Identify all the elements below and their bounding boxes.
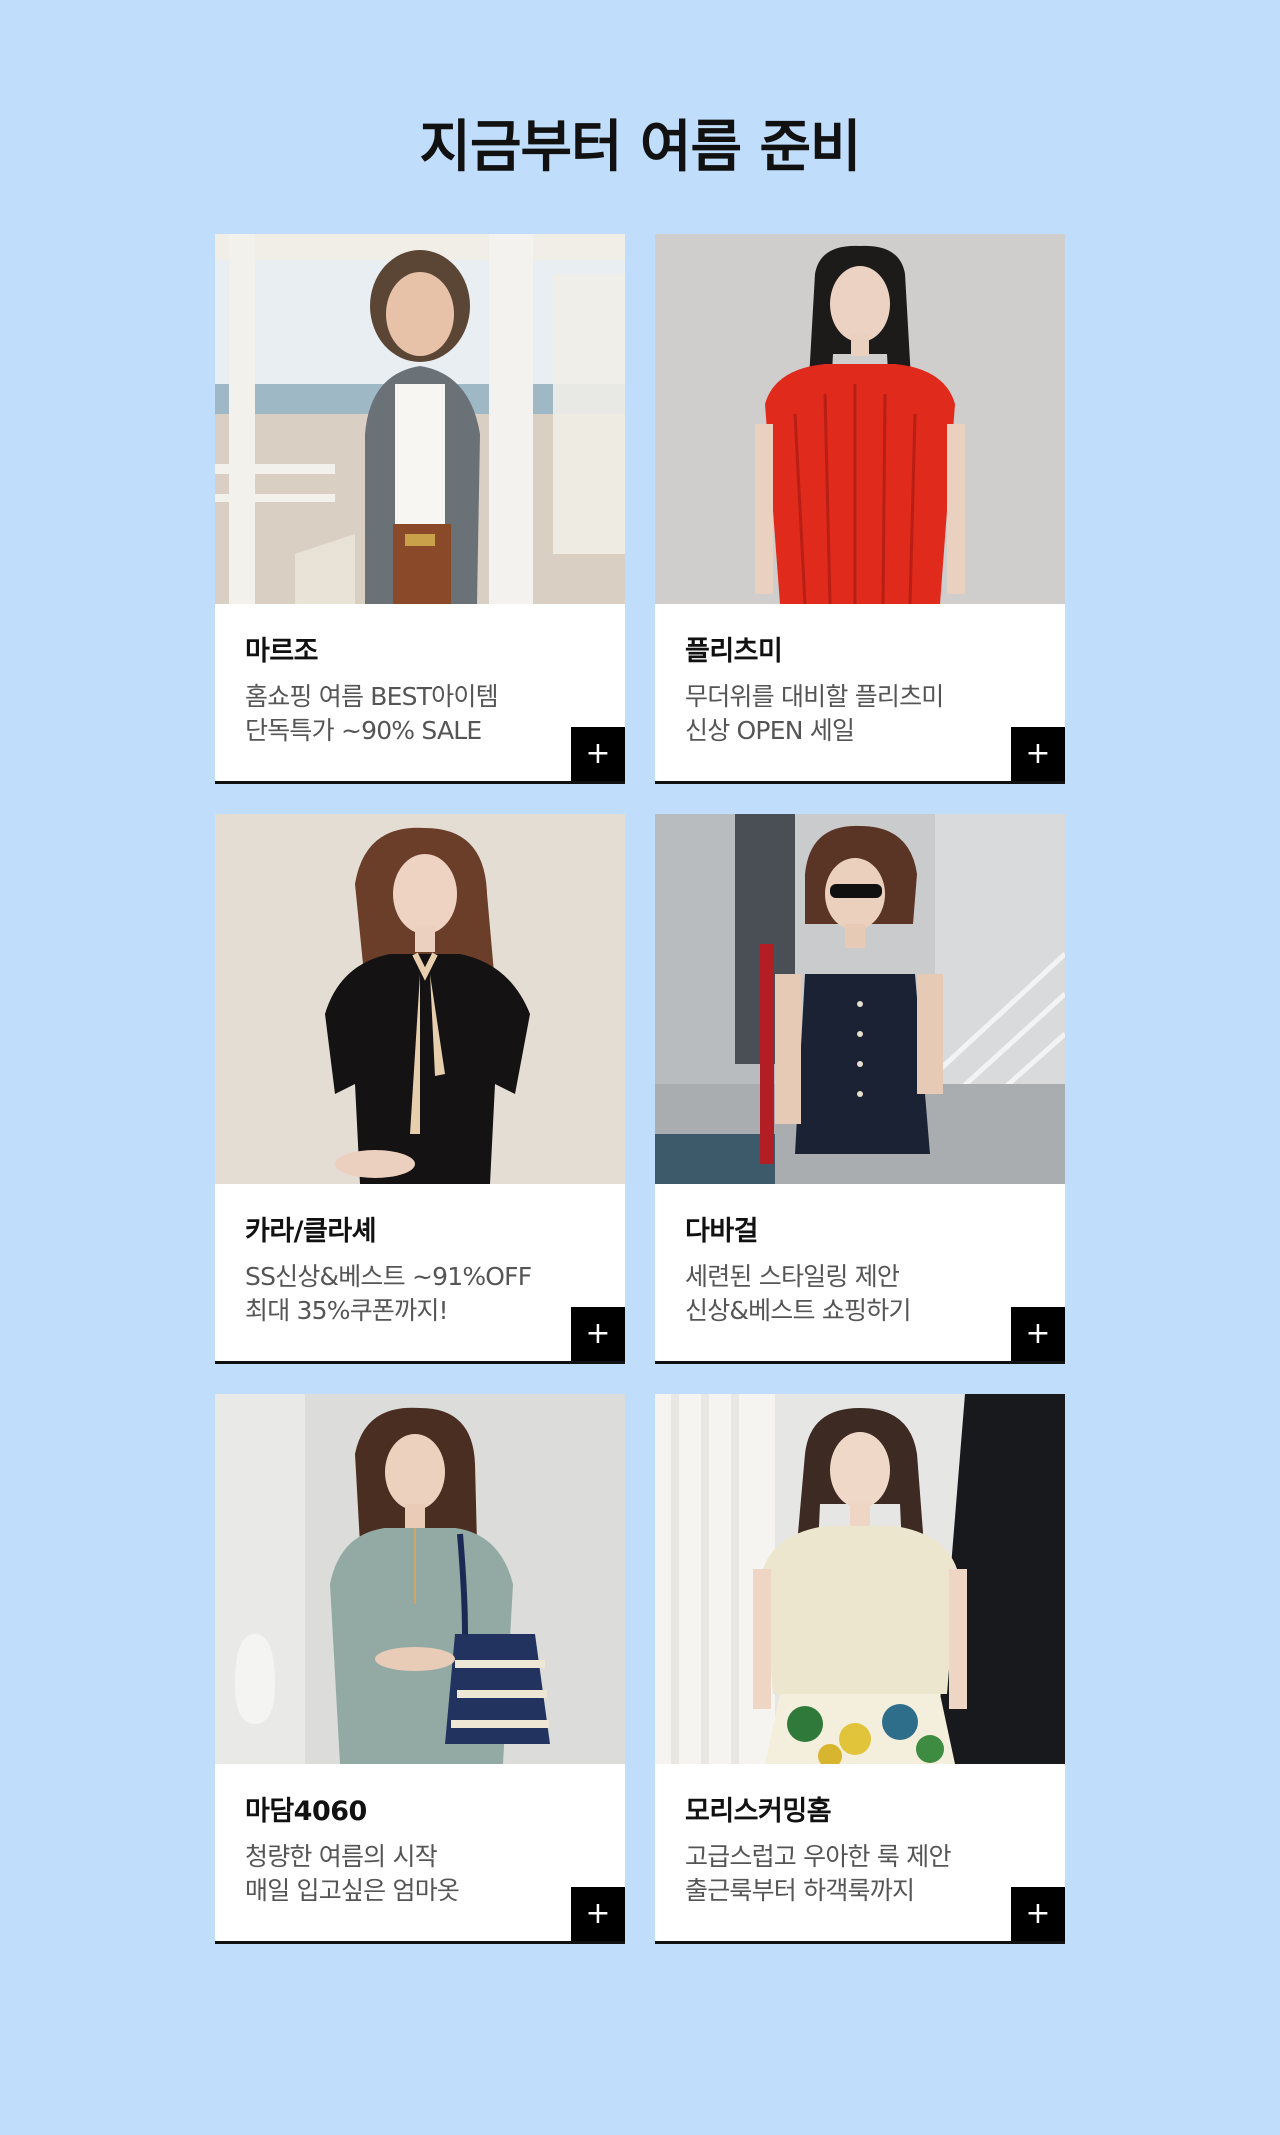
brand-description: 세련된 스타일링 제안 신상&베스트 쇼핑하기 xyxy=(685,1260,1035,1328)
plus-icon: + xyxy=(1025,736,1051,771)
plus-icon: + xyxy=(1025,1316,1051,1351)
brand-card-madam4060[interactable]: 마담4060 청량한 여름의 시작 매일 입고싶은 엄마옷 + xyxy=(215,1394,625,1944)
model-photo-red-dress xyxy=(655,234,1065,604)
brand-description: SS신상&베스트 ~91%OFF 최대 35%쿠폰까지! xyxy=(245,1260,595,1328)
brand-card-marzo[interactable]: 마르조 홈쇼핑 여름 BEST아이템 단독특가 ~90% SALE + xyxy=(215,234,625,784)
model-photo-cream-knit xyxy=(655,1394,1065,1764)
brand-name: 마르조 xyxy=(245,636,319,667)
plus-button[interactable]: + xyxy=(1011,727,1065,781)
plus-icon: + xyxy=(585,1316,611,1351)
brand-description: 무더위를 대비할 플리츠미 신상 OPEN 세일 xyxy=(685,680,1035,748)
brand-name: 마담4060 xyxy=(245,1796,367,1827)
brand-card-grid: 마르조 홈쇼핑 여름 BEST아이템 단독특가 ~90% SALE + 플리츠미… xyxy=(215,234,1065,1944)
brand-card-dabagirl[interactable]: 다바걸 세련된 스타일링 제안 신상&베스트 쇼핑하기 + xyxy=(655,814,1065,1364)
plus-button[interactable]: + xyxy=(571,1887,625,1941)
brand-card-moriscominghome[interactable]: 모리스커밍홈 고급스럽고 우아한 룩 제안 출근룩부터 하객룩까지 + xyxy=(655,1394,1065,1944)
brand-description: 청량한 여름의 시작 매일 입고싶은 엄마옷 xyxy=(245,1840,595,1908)
brand-card-kara-klasse[interactable]: 카라/클라셰 SS신상&베스트 ~91%OFF 최대 35%쿠폰까지! + xyxy=(215,814,625,1364)
brand-name: 다바걸 xyxy=(685,1216,759,1247)
description-line: 세련된 스타일링 제안 xyxy=(685,1262,900,1291)
product-photo[interactable] xyxy=(655,1394,1065,1764)
model-photo-black-blouse xyxy=(215,814,625,1184)
card-info: 카라/클라셰 SS신상&베스트 ~91%OFF 최대 35%쿠폰까지! + xyxy=(215,1184,625,1361)
description-line: 고급스럽고 우아한 룩 제안 xyxy=(685,1842,951,1871)
description-line: 최대 35%쿠폰까지! xyxy=(245,1296,449,1325)
product-photo[interactable] xyxy=(655,234,1065,604)
description-line: 무더위를 대비할 플리츠미 xyxy=(685,682,944,711)
description-line: 단독특가 ~90% SALE xyxy=(245,716,482,745)
description-line: 신상&베스트 쇼핑하기 xyxy=(685,1296,911,1325)
plus-button[interactable]: + xyxy=(1011,1887,1065,1941)
description-line: 홈쇼핑 여름 BEST아이템 xyxy=(245,682,499,711)
card-info: 모리스커밍홈 고급스럽고 우아한 룩 제안 출근룩부터 하객룩까지 + xyxy=(655,1764,1065,1941)
card-info: 마르조 홈쇼핑 여름 BEST아이템 단독특가 ~90% SALE + xyxy=(215,604,625,781)
plus-icon: + xyxy=(1025,1896,1051,1931)
model-photo-denim-top xyxy=(655,814,1065,1184)
brand-name: 카라/클라셰 xyxy=(245,1216,377,1247)
promo-page: 지금부터 여름 준비 마르조 홈쇼핑 여름 BEST아이템 단독특가 ~90% … xyxy=(0,0,1280,2135)
plus-icon: + xyxy=(585,1896,611,1931)
description-line: 매일 입고싶은 엄마옷 xyxy=(245,1876,460,1905)
plus-button[interactable]: + xyxy=(1011,1307,1065,1361)
brand-description: 홈쇼핑 여름 BEST아이템 단독특가 ~90% SALE xyxy=(245,680,595,748)
product-photo[interactable] xyxy=(215,814,625,1184)
model-photo-beach-pergola xyxy=(215,234,625,604)
brand-name: 모리스커밍홈 xyxy=(685,1796,832,1827)
brand-description: 고급스럽고 우아한 룩 제안 출근룩부터 하객룩까지 xyxy=(685,1840,1035,1908)
card-info: 다바걸 세련된 스타일링 제안 신상&베스트 쇼핑하기 + xyxy=(655,1184,1065,1361)
model-photo-mint-knit xyxy=(215,1394,625,1764)
product-photo[interactable] xyxy=(215,1394,625,1764)
page-title: 지금부터 여름 준비 xyxy=(419,115,861,180)
description-line: 신상 OPEN 세일 xyxy=(685,716,855,745)
plus-icon: + xyxy=(585,736,611,771)
card-info: 마담4060 청량한 여름의 시작 매일 입고싶은 엄마옷 + xyxy=(215,1764,625,1941)
plus-button[interactable]: + xyxy=(571,727,625,781)
brand-card-pleatsme[interactable]: 플리츠미 무더위를 대비할 플리츠미 신상 OPEN 세일 + xyxy=(655,234,1065,784)
description-line: 출근룩부터 하객룩까지 xyxy=(685,1876,915,1905)
card-info: 플리츠미 무더위를 대비할 플리츠미 신상 OPEN 세일 + xyxy=(655,604,1065,781)
product-photo[interactable] xyxy=(655,814,1065,1184)
brand-name: 플리츠미 xyxy=(685,636,783,667)
description-line: SS신상&베스트 ~91%OFF xyxy=(245,1262,532,1291)
plus-button[interactable]: + xyxy=(571,1307,625,1361)
description-line: 청량한 여름의 시작 xyxy=(245,1842,438,1871)
product-photo[interactable] xyxy=(215,234,625,604)
